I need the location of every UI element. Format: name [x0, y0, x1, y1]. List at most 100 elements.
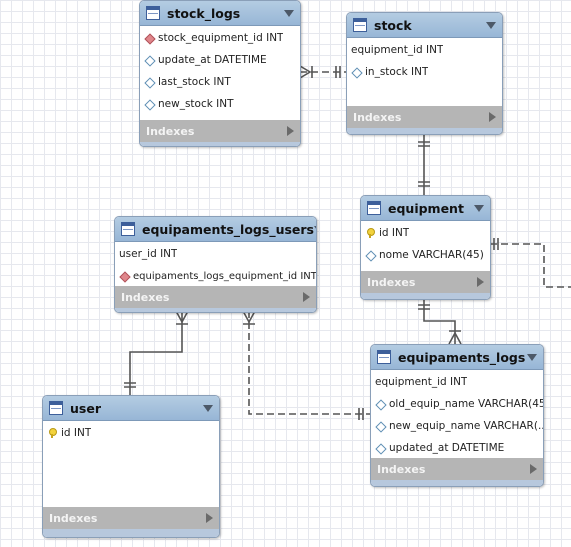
column-label: equipment_id INT — [375, 376, 468, 388]
column-row[interactable]: equipaments_logs_equipment_id INT — [115, 265, 316, 287]
column-row[interactable]: new_stock INT — [140, 93, 300, 115]
column-label: new_equip_name VARCHAR(... — [389, 420, 543, 432]
table-header[interactable]: user — [43, 396, 219, 421]
table-icon — [146, 6, 160, 20]
indexes-bar[interactable]: Indexes — [140, 120, 300, 142]
column-label: in_stock INT — [365, 66, 429, 78]
primary-key-icon — [365, 228, 375, 238]
table-title: stock — [374, 17, 412, 33]
table-icon — [353, 18, 367, 32]
attribute-icon — [375, 399, 385, 409]
rel-users-logs — [248, 311, 370, 415]
attribute-icon — [375, 443, 385, 453]
column-row[interactable]: in_stock INT — [347, 61, 502, 83]
attribute-icon — [365, 250, 375, 260]
table-user[interactable]: user id INT Indexes — [42, 395, 220, 538]
attribute-icon — [144, 99, 154, 109]
column-row[interactable]: nome VARCHAR(45) — [361, 244, 490, 266]
column-label: id INT — [61, 427, 92, 439]
column-row[interactable]: user_id INT — [115, 243, 316, 265]
table-icon — [367, 201, 381, 215]
indexes-label: Indexes — [353, 110, 402, 124]
table-title: equipment — [388, 200, 464, 216]
er-diagram-canvas: stock_logs stock_equipment_id INT update… — [0, 0, 571, 547]
table-stock-logs[interactable]: stock_logs stock_equipment_id INT update… — [139, 0, 301, 147]
table-header[interactable]: equipaments_logs — [371, 345, 543, 370]
collapse-chevron-icon[interactable] — [527, 353, 537, 361]
table-title: user — [70, 400, 101, 416]
column-label: new_stock INT — [158, 98, 234, 110]
column-row[interactable]: id INT — [43, 422, 219, 444]
rel-equipment-offscreen — [490, 243, 571, 288]
column-label: id INT — [379, 227, 410, 239]
table-bottom-strip — [371, 480, 543, 486]
column-label: old_equip_name VARCHAR(45) — [389, 398, 543, 410]
table-bottom-strip — [347, 128, 502, 134]
table-title: stock_logs — [167, 5, 241, 21]
indexes-label: Indexes — [49, 511, 98, 525]
column-label: stock_equipment_id INT — [158, 32, 284, 44]
table-header[interactable]: equipaments_logs_users — [115, 217, 316, 242]
table-header[interactable]: stock_logs — [140, 1, 300, 26]
table-icon — [49, 401, 63, 415]
attribute-icon — [144, 77, 154, 87]
indexes-label: Indexes — [367, 275, 416, 289]
foreign-key-icon — [144, 33, 154, 43]
expand-indexes-icon[interactable] — [206, 513, 213, 523]
rel-users-user — [129, 311, 183, 395]
indexes-bar[interactable]: Indexes — [371, 458, 543, 480]
expand-indexes-icon[interactable] — [477, 277, 484, 287]
table-bottom-strip — [361, 293, 490, 299]
column-row[interactable]: update_at DATETIME — [140, 49, 300, 71]
collapse-chevron-icon[interactable] — [474, 204, 484, 212]
foreign-key-icon — [119, 271, 129, 281]
collapse-chevron-icon[interactable] — [203, 404, 213, 412]
attribute-icon — [375, 421, 385, 431]
collapse-chevron-icon[interactable] — [486, 21, 496, 29]
table-bottom-strip — [140, 142, 300, 146]
column-row[interactable]: equipment_id INT — [347, 39, 502, 61]
column-row[interactable]: id INT — [361, 222, 490, 244]
indexes-bar[interactable]: Indexes — [43, 507, 219, 529]
table-equipaments-logs[interactable]: equipaments_logs equipment_id INT old_eq… — [370, 344, 544, 487]
attribute-icon — [351, 67, 361, 77]
table-header[interactable]: stock — [347, 13, 502, 38]
primary-key-icon — [47, 428, 57, 438]
attribute-icon — [144, 55, 154, 65]
expand-indexes-icon[interactable] — [489, 112, 496, 122]
column-row[interactable]: new_equip_name VARCHAR(... — [371, 415, 543, 437]
collapse-chevron-icon[interactable] — [314, 225, 316, 233]
indexes-bar[interactable]: Indexes — [115, 286, 316, 308]
expand-indexes-icon[interactable] — [530, 464, 537, 474]
column-row[interactable]: last_stock INT — [140, 71, 300, 93]
table-title: equipaments_logs — [398, 349, 526, 365]
table-icon — [121, 222, 135, 236]
table-icon — [377, 350, 391, 364]
column-label: nome VARCHAR(45) — [379, 249, 484, 261]
column-row[interactable]: equipment_id INT — [371, 371, 543, 393]
indexes-label: Indexes — [146, 124, 195, 138]
column-label: last_stock INT — [158, 76, 231, 88]
column-label: update_at DATETIME — [158, 54, 267, 66]
column-row[interactable]: old_equip_name VARCHAR(45) — [371, 393, 543, 415]
column-label: user_id INT — [119, 248, 178, 260]
indexes-bar[interactable]: Indexes — [361, 271, 490, 293]
table-title: equipaments_logs_users — [142, 221, 314, 237]
indexes-bar[interactable]: Indexes — [347, 106, 502, 128]
table-header[interactable]: equipment — [361, 196, 490, 221]
table-equipaments-logs-users[interactable]: equipaments_logs_users user_id INT equip… — [114, 216, 317, 313]
table-stock[interactable]: stock equipment_id INT in_stock INT Inde… — [346, 12, 503, 135]
indexes-label: Indexes — [121, 290, 170, 304]
expand-indexes-icon[interactable] — [303, 292, 310, 302]
column-label: updated_at DATETIME — [389, 442, 505, 454]
column-row[interactable]: stock_equipment_id INT — [140, 27, 300, 49]
table-bottom-strip — [115, 308, 316, 312]
expand-indexes-icon[interactable] — [287, 126, 294, 136]
table-bottom-strip — [43, 529, 219, 537]
column-label: equipment_id INT — [351, 44, 444, 56]
collapse-chevron-icon[interactable] — [284, 9, 294, 17]
indexes-label: Indexes — [377, 462, 426, 476]
column-label: equipaments_logs_equipment_id INT — [133, 270, 316, 282]
table-equipment[interactable]: equipment id INT nome VARCHAR(45) Indexe… — [360, 195, 491, 300]
column-row[interactable]: updated_at DATETIME — [371, 437, 543, 459]
